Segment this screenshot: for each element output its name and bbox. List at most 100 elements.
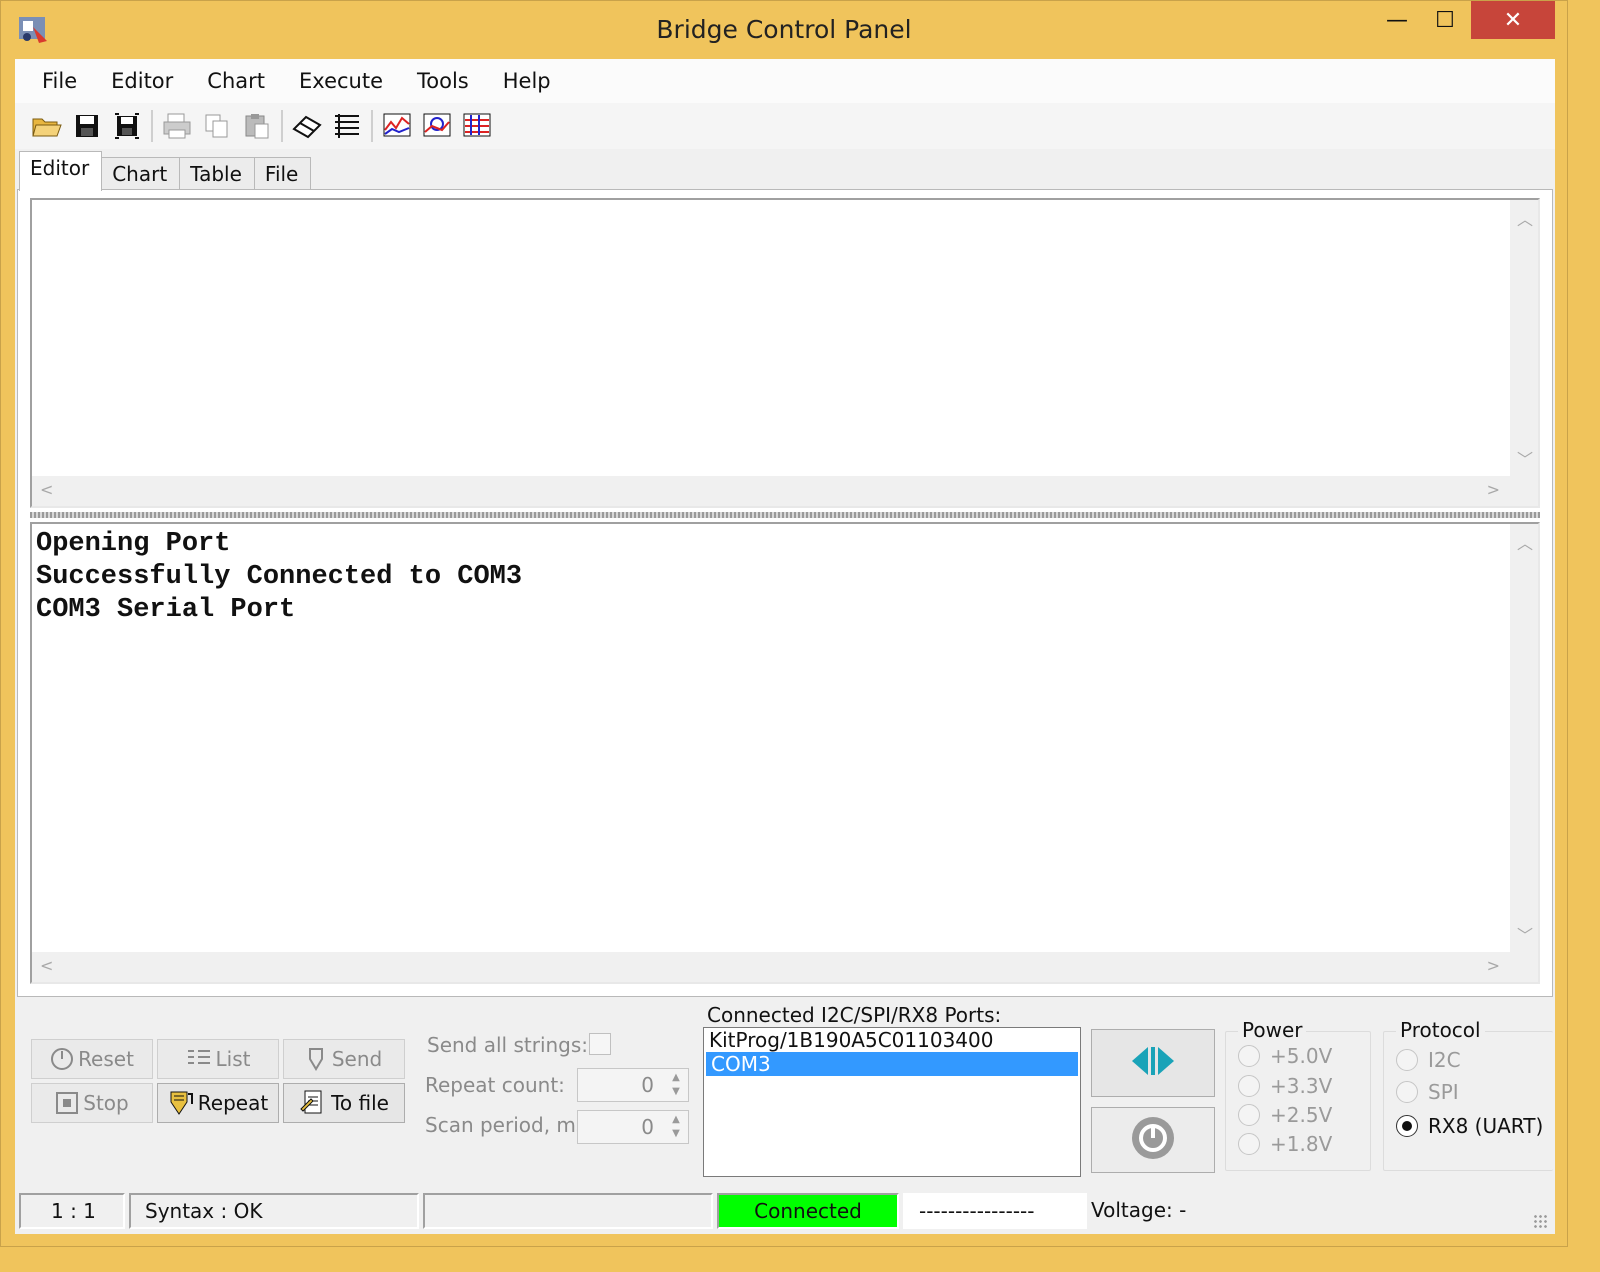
scroll-up-icon[interactable]: ︿ <box>1517 206 1533 230</box>
send-icon <box>306 1047 328 1071</box>
menu-chart[interactable]: Chart <box>190 69 282 93</box>
control-panel: Reset List Send Stop Repeat To file Send… <box>15 997 1555 1185</box>
tab-file[interactable]: File <box>253 157 312 191</box>
open-folder-icon[interactable] <box>27 106 67 146</box>
reset-label: Reset <box>78 1047 134 1071</box>
menu-tools[interactable]: Tools <box>400 69 486 93</box>
decrement-icon[interactable]: ▼ <box>666 1086 686 1098</box>
radio-button-selected[interactable] <box>1396 1115 1418 1137</box>
repeat-button[interactable]: Repeat <box>157 1083 279 1123</box>
port-item-com3[interactable]: COM3 <box>706 1052 1078 1076</box>
repeat-count-label: Repeat count: <box>425 1073 565 1097</box>
paste-icon[interactable] <box>237 106 277 146</box>
toolbar <box>15 103 1555 149</box>
title-bar[interactable]: Bridge Control Panel — ☐ ✕ <box>1 1 1567 59</box>
protocol-spi-option[interactable]: SPI <box>1396 1080 1459 1104</box>
to-file-button[interactable]: To file <box>283 1083 405 1123</box>
window-title: Bridge Control Panel <box>656 15 912 44</box>
repeat-count-stepper[interactable]: 0 ▲ ▼ <box>577 1068 689 1102</box>
repeat-count-value: 0 <box>641 1073 654 1097</box>
log-vertical-scrollbar[interactable]: ︿ ﹀ <box>1510 524 1538 952</box>
pane-splitter[interactable] <box>30 512 1540 518</box>
menu-help[interactable]: Help <box>486 69 568 93</box>
list-button[interactable]: List <box>157 1039 279 1079</box>
protocol-rx8-option[interactable]: RX8 (UART) <box>1396 1114 1543 1138</box>
editor-vertical-scrollbar[interactable]: ︿ ﹀ <box>1510 200 1538 476</box>
send-all-checkbox[interactable] <box>589 1033 611 1055</box>
radio-button[interactable] <box>1238 1104 1260 1126</box>
tab-table[interactable]: Table <box>179 157 255 191</box>
stop-button[interactable]: Stop <box>31 1083 153 1123</box>
menu-bar: File Editor Chart Execute Tools Help <box>15 59 1555 103</box>
reset-icon <box>50 1047 74 1071</box>
close-button[interactable]: ✕ <box>1471 1 1555 39</box>
reset-button[interactable]: Reset <box>31 1039 153 1079</box>
power-toggle-button[interactable] <box>1091 1107 1215 1173</box>
protocol-rx8-label: RX8 (UART) <box>1428 1114 1544 1138</box>
status-voltage: Voltage: - <box>1091 1198 1187 1222</box>
stop-icon <box>55 1091 79 1115</box>
eraser-icon[interactable] <box>287 106 327 146</box>
menu-editor[interactable]: Editor <box>94 69 190 93</box>
toolbar-separator <box>151 110 153 142</box>
print-icon[interactable] <box>157 106 197 146</box>
radio-button[interactable] <box>1396 1049 1418 1071</box>
maximize-button[interactable]: ☐ <box>1421 1 1469 39</box>
power-1v8-option[interactable]: +1.8V <box>1238 1132 1332 1156</box>
log-text: Opening Port Successfully Connected to C… <box>36 528 522 627</box>
port-item-kitprog[interactable]: KitProg/1B190A5C01103400 <box>704 1028 1080 1052</box>
radio-button[interactable] <box>1238 1045 1260 1067</box>
to-file-label: To file <box>331 1091 389 1115</box>
scan-period-stepper[interactable]: 0 ▲ ▼ <box>577 1110 689 1144</box>
save-all-icon[interactable] <box>107 106 147 146</box>
power-5v-option[interactable]: +5.0V <box>1238 1044 1332 1068</box>
chart-line-icon[interactable] <box>377 106 417 146</box>
list-icon[interactable] <box>327 106 367 146</box>
radio-button[interactable] <box>1238 1133 1260 1155</box>
save-icon[interactable] <box>67 106 107 146</box>
scroll-right-icon[interactable]: > <box>1487 480 1500 499</box>
increment-icon[interactable]: ▲ <box>666 1072 686 1084</box>
radio-button[interactable] <box>1396 1081 1418 1103</box>
scroll-right-icon[interactable]: > <box>1487 956 1500 975</box>
connect-arrows-icon <box>1128 1043 1178 1083</box>
chart-table-icon[interactable] <box>457 106 497 146</box>
radio-button[interactable] <box>1238 1075 1260 1097</box>
scroll-left-icon[interactable]: < <box>40 480 53 499</box>
protocol-i2c-label: I2C <box>1428 1048 1461 1072</box>
log-horizontal-scrollbar[interactable]: < > <box>32 952 1538 982</box>
status-empty-panel <box>423 1193 713 1229</box>
protocol-title: Protocol <box>1396 1018 1485 1042</box>
power-3v3-option[interactable]: +3.3V <box>1238 1074 1332 1098</box>
copy-icon[interactable] <box>197 106 237 146</box>
ports-listbox[interactable]: KitProg/1B190A5C01103400 COM3 <box>703 1027 1081 1177</box>
protocol-i2c-option[interactable]: I2C <box>1396 1048 1461 1072</box>
power-2v5-option[interactable]: +2.5V <box>1238 1103 1332 1127</box>
send-button[interactable]: Send <box>283 1039 405 1079</box>
power-icon <box>1130 1115 1176 1165</box>
tab-content-editor: ︿ ﹀ < > Opening Port Successfully Connec… <box>17 189 1553 997</box>
send-label: Send <box>331 1047 383 1071</box>
tab-chart[interactable]: Chart <box>101 157 181 191</box>
repeat-label: Repeat <box>197 1091 269 1115</box>
chart-zoom-icon[interactable] <box>417 106 457 146</box>
menu-execute[interactable]: Execute <box>282 69 400 93</box>
scroll-down-icon[interactable]: ﹀ <box>1517 446 1533 470</box>
list-icon <box>186 1047 212 1071</box>
editor-horizontal-scrollbar[interactable]: < > <box>32 476 1538 506</box>
editor-textarea[interactable]: ︿ ﹀ < > <box>30 198 1540 508</box>
resize-grip-icon[interactable] <box>1533 1214 1549 1230</box>
connect-toggle-button[interactable] <box>1091 1029 1215 1097</box>
scroll-left-icon[interactable]: < <box>40 956 53 975</box>
tab-editor[interactable]: Editor <box>19 151 103 191</box>
minimize-button[interactable]: — <box>1373 1 1421 39</box>
output-log[interactable]: Opening Port Successfully Connected to C… <box>30 522 1540 984</box>
power-title: Power <box>1238 1018 1307 1042</box>
scroll-up-icon[interactable]: ︿ <box>1517 530 1533 554</box>
scan-period-label: Scan period, ms: <box>425 1113 594 1137</box>
decrement-icon[interactable]: ▼ <box>666 1128 686 1140</box>
scroll-down-icon[interactable]: ﹀ <box>1517 922 1533 946</box>
menu-file[interactable]: File <box>25 69 94 93</box>
increment-icon[interactable]: ▲ <box>666 1114 686 1126</box>
scan-period-value: 0 <box>641 1115 654 1139</box>
